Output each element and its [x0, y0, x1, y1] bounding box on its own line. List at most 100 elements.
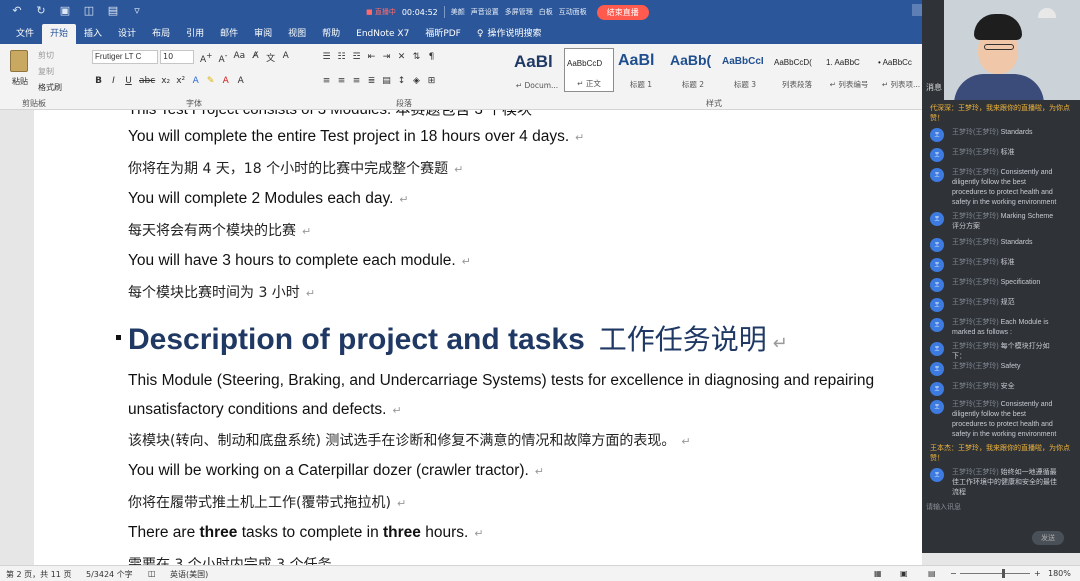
messages-tab[interactable]: 消息 — [926, 82, 942, 93]
superscript-icon[interactable]: x² — [176, 76, 185, 86]
underline-icon[interactable]: U — [124, 76, 133, 86]
bold-icon[interactable]: B — [94, 76, 103, 86]
autosave-icon[interactable]: ◫ — [82, 4, 96, 17]
highlight-icon[interactable]: ✎ — [206, 76, 215, 86]
clear-format-icon[interactable]: A̸ — [251, 51, 260, 65]
print-preview-icon[interactable]: ▤ — [106, 4, 120, 17]
end-live-button[interactable]: 结束直播 — [596, 4, 649, 20]
live-status: ■ 直播中 — [366, 8, 396, 16]
multilevel-list-icon[interactable]: ☲ — [352, 52, 361, 62]
whiteboard-button[interactable]: 白板 — [539, 7, 553, 17]
tell-me-search[interactable]: ♀ 操作说明搜索 — [469, 24, 550, 44]
paste-icon[interactable] — [10, 50, 28, 72]
align-center-icon[interactable]: ≡ — [337, 76, 346, 86]
shading-icon[interactable]: ◈ — [412, 76, 421, 86]
paste-button[interactable]: 粘贴 — [12, 76, 28, 87]
copy-button[interactable]: 复制 — [38, 66, 54, 77]
tab-help[interactable]: 帮助 — [314, 24, 348, 44]
tab-layout[interactable]: 布局 — [144, 24, 178, 44]
language[interactable]: 英语(美国) — [170, 569, 208, 580]
quick-access-toolbar: ↶ ↻ ▣ ◫ ▤ ▿ — [10, 4, 144, 17]
change-case-icon[interactable]: Aa — [233, 51, 245, 65]
tab-foxit-pdf[interactable]: 福昕PDF — [417, 24, 469, 44]
paragraph-mark: ↵ — [302, 225, 312, 238]
beauty-button[interactable]: 美颜 — [451, 7, 465, 17]
tab-references[interactable]: 引用 — [178, 24, 212, 44]
style-list-bullet[interactable]: • AaBbCc ↵ 列表项... — [876, 48, 926, 92]
tab-insert[interactable]: 插入 — [76, 24, 110, 44]
show-marks-icon[interactable]: ¶ — [427, 52, 436, 62]
line-spacing-icon[interactable]: ↕ — [397, 76, 406, 86]
document-page[interactable]: This Test Project consists of 3 Modules.… — [34, 110, 922, 565]
web-layout-icon[interactable]: ▤ — [928, 569, 936, 578]
tab-view[interactable]: 视图 — [280, 24, 314, 44]
font-color-icon[interactable]: A — [221, 76, 230, 86]
style-normal[interactable]: AaBbCcD ↵ 正文 — [564, 48, 614, 92]
grow-font-icon[interactable]: A+ — [200, 51, 212, 65]
subscript-icon[interactable]: x₂ — [161, 76, 170, 86]
text-effects-icon[interactable]: A — [191, 76, 200, 86]
distributed-icon[interactable]: ▤ — [382, 76, 391, 86]
audio-settings-button[interactable]: 声音设置 — [471, 7, 499, 17]
undo-icon[interactable]: ↶ — [10, 4, 24, 17]
chat-input[interactable]: 请输入讯息 — [926, 502, 961, 512]
increase-indent-icon[interactable]: ⇥ — [382, 52, 391, 62]
tab-review[interactable]: 审阅 — [246, 24, 280, 44]
tab-home[interactable]: 开始 — [42, 24, 77, 44]
tab-mailings[interactable]: 邮件 — [212, 24, 246, 44]
print-layout-icon[interactable]: ▣ — [900, 569, 908, 578]
bullets-icon[interactable]: ☰ — [322, 52, 331, 62]
sort-icon[interactable]: ⇅ — [412, 52, 421, 62]
redo-icon[interactable]: ↻ — [34, 4, 48, 17]
shrink-font-icon[interactable]: A- — [218, 51, 228, 65]
font-style-buttons: B I U abc x₂ x² A ✎ A A — [94, 76, 245, 86]
doc-line: 你将在履带式推土机上工作(覆带式拖拉机) ↵ — [128, 495, 407, 511]
zoom-in-icon[interactable]: + — [1034, 569, 1041, 578]
numbering-icon[interactable]: ☷ — [337, 52, 346, 62]
align-right-icon[interactable]: ≡ — [352, 76, 361, 86]
phonetic-icon[interactable]: 文 — [266, 51, 275, 65]
font-size-buttons: A+ A- Aa A̸ 文 A — [200, 51, 290, 65]
style-list-number[interactable]: 1. AaBbC ↵ 列表编号 — [824, 48, 874, 92]
justify-icon[interactable]: ≣ — [367, 76, 376, 86]
word-count[interactable]: 5/3424 个字 — [86, 569, 133, 580]
document-area[interactable]: This Test Project consists of 3 Modules.… — [0, 110, 922, 565]
align-left-icon[interactable]: ≡ — [322, 76, 331, 86]
zoom-out-icon[interactable]: − — [950, 569, 957, 578]
zoom-slider-thumb[interactable] — [1002, 569, 1005, 578]
italic-icon[interactable]: I — [109, 76, 118, 86]
font-size-select[interactable]: 10 — [160, 50, 194, 64]
save-icon[interactable]: ▣ — [58, 4, 72, 17]
word-window: ↶ ↻ ▣ ◫ ▤ ▿ ■ 直播中 00:04:52 美颜 声音设置 多屏管理 … — [0, 0, 1080, 581]
send-button[interactable]: 发送 — [1032, 531, 1064, 545]
live-timer: 00:04:52 — [401, 7, 438, 17]
format-painter-button[interactable]: 格式刷 — [38, 82, 62, 93]
multi-screen-button[interactable]: 多屏管理 — [505, 7, 533, 17]
decrease-indent-icon[interactable]: ⇤ — [367, 52, 376, 62]
tab-file[interactable]: 文件 — [8, 24, 42, 44]
paragraph-group: ☰ ☷ ☲ ⇤ ⇥ ✕ ⇅ ¶ ≡ ≡ ≡ ≣ ▤ ↕ ◈ ⊞ — [322, 50, 490, 98]
style-heading-3[interactable]: AaBbCcI 标题 3 — [720, 48, 770, 92]
font-name-select[interactable]: Frutiger LT C — [92, 50, 158, 64]
doc-line: You will have 3 hours to complete each m… — [128, 252, 471, 269]
strikethrough-icon[interactable]: abc — [139, 76, 155, 86]
style-document[interactable]: AaBl ↵ Docum... — [512, 48, 562, 92]
zoom-level[interactable]: 180% — [1048, 569, 1071, 578]
char-border-icon[interactable]: A — [281, 51, 290, 65]
proofing-icon[interactable]: ◫ — [148, 569, 156, 578]
tab-design[interactable]: 设计 — [110, 24, 144, 44]
customize-qa-icon[interactable]: ▿ — [130, 4, 144, 17]
interaction-panel-button[interactable]: 互动面板 — [559, 7, 587, 17]
zoom-slider[interactable] — [960, 573, 1030, 574]
style-heading-2[interactable]: AaBb( 标题 2 — [668, 48, 718, 92]
style-list-paragraph[interactable]: AaBbCcD( 列表段落 — [772, 48, 822, 92]
tab-endnote[interactable]: EndNote X7 — [348, 24, 417, 44]
style-heading-1[interactable]: AaBl 标题 1 — [616, 48, 666, 92]
char-shading-icon[interactable]: A — [236, 76, 245, 86]
borders-icon[interactable]: ⊞ — [427, 76, 436, 86]
doc-line: You will be working on a Caterpillar doz… — [128, 462, 545, 479]
page-count[interactable]: 第 2 页，共 11 页 — [6, 569, 71, 580]
chinese-layout-icon[interactable]: ✕ — [397, 52, 406, 62]
cut-button[interactable]: 剪切 — [38, 50, 54, 61]
read-mode-icon[interactable]: ▦ — [874, 569, 882, 578]
